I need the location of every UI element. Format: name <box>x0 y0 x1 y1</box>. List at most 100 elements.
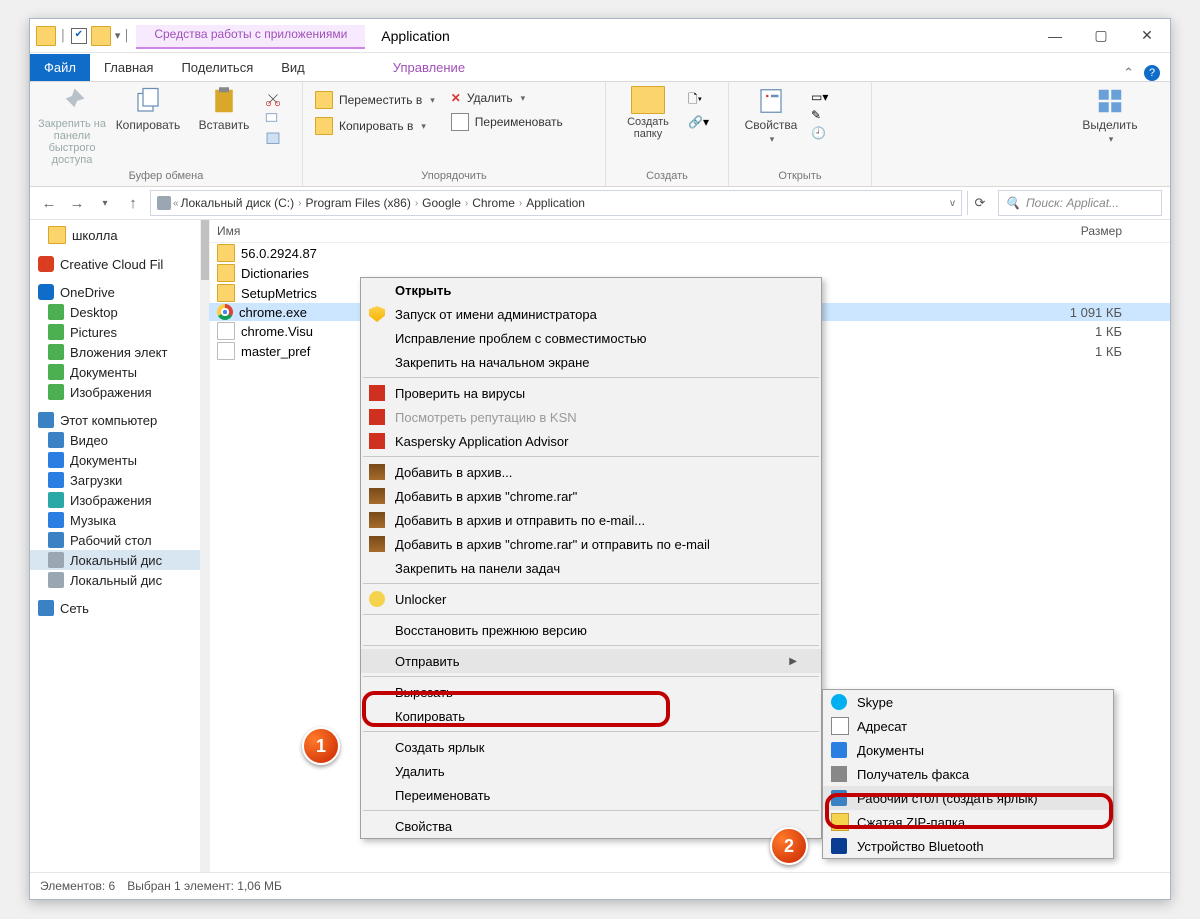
up-button[interactable]: ↑ <box>122 192 144 214</box>
tree-item[interactable]: Изображения <box>30 382 208 402</box>
qat-checkbox-icon[interactable]: ✔ <box>71 28 87 44</box>
tree-item[interactable]: Загрузки <box>30 470 208 490</box>
tree-item[interactable]: Локальный дис <box>30 570 208 590</box>
crumb[interactable]: Application <box>526 196 585 210</box>
copy-to-button[interactable]: Копировать в▾ <box>311 116 439 136</box>
help-icon[interactable]: ? <box>1144 65 1160 81</box>
back-button[interactable]: ← <box>38 192 60 214</box>
move-to-button[interactable]: Переместить в▾ <box>311 90 439 110</box>
crumb[interactable]: Локальный диск (C:) <box>181 196 295 210</box>
context-menu-item[interactable]: Unlocker <box>361 587 821 611</box>
tree-item[interactable]: Документы <box>30 362 208 382</box>
forward-button[interactable]: → <box>66 192 88 214</box>
tab-share[interactable]: Поделиться <box>167 54 267 81</box>
edit-icon[interactable]: ✎ <box>811 108 828 122</box>
sendto-item[interactable]: Рабочий стол (создать ярлык) <box>823 786 1113 810</box>
sendto-submenu[interactable]: SkypeАдресатДокументыПолучатель факсаРаб… <box>822 689 1114 859</box>
context-menu-item[interactable]: Восстановить прежнюю версию <box>361 618 821 642</box>
context-menu-item[interactable]: Kaspersky Application Advisor <box>361 429 821 453</box>
file-row[interactable]: 56.0.2924.87 <box>209 243 1170 263</box>
context-menu-item[interactable]: Проверить на вирусы <box>361 381 821 405</box>
close-button[interactable]: ✕ <box>1124 20 1170 52</box>
tree-thispc[interactable]: Этот компьютер <box>30 410 208 430</box>
tab-file[interactable]: Файл <box>30 54 90 81</box>
pin-quick-access-button[interactable]: Закрепить на панели быстрого доступа <box>36 86 108 166</box>
sendto-item[interactable]: Адресат <box>823 714 1113 738</box>
easy-access-icon[interactable]: 🔗▾ <box>688 115 709 129</box>
tree-item[interactable]: школла <box>30 224 208 246</box>
context-menu-item[interactable]: Добавить в архив "chrome.rar" <box>361 484 821 508</box>
context-menu-item[interactable]: Закрепить на начальном экране <box>361 350 821 374</box>
qat-folder-icon[interactable] <box>91 26 111 46</box>
breadcrumb[interactable]: « Локальный диск (C:)› Program Files (x8… <box>150 190 962 216</box>
select-button[interactable]: Выделить▾ <box>1074 86 1146 145</box>
context-menu-item[interactable]: Свойства <box>361 814 821 838</box>
tree-item[interactable]: Вложения элект <box>30 342 208 362</box>
nav-tree[interactable]: школла Creative Cloud Fil OneDrive Deskt… <box>30 220 209 872</box>
paste-shortcut-icon[interactable] <box>264 130 282 148</box>
tree-label: Локальный дис <box>70 573 162 588</box>
open-icon[interactable]: ▭▾ <box>811 90 828 104</box>
tree-network[interactable]: Сеть <box>30 598 208 618</box>
context-menu-item[interactable]: Создать ярлык <box>361 735 821 759</box>
cut-icon[interactable] <box>264 90 282 108</box>
minimize-button[interactable]: — <box>1032 20 1078 52</box>
crumb[interactable]: Google <box>422 196 461 210</box>
tree-item[interactable]: Изображения <box>30 490 208 510</box>
copy-path-icon[interactable] <box>264 110 282 128</box>
context-menu-item[interactable]: Копировать <box>361 704 821 728</box>
history-icon[interactable]: 🕘 <box>811 126 828 140</box>
context-menu-item[interactable]: Закрепить на панели задач <box>361 556 821 580</box>
new-folder-button[interactable]: Создать папку <box>612 86 684 140</box>
context-menu-item[interactable]: Посмотреть репутацию в KSN <box>361 405 821 429</box>
collapse-ribbon-icon[interactable]: ⌃ <box>1123 65 1134 81</box>
sendto-item[interactable]: Документы <box>823 738 1113 762</box>
context-menu-item[interactable]: Добавить в архив и отправить по e-mail..… <box>361 508 821 532</box>
refresh-button[interactable]: ⟳ <box>967 191 992 215</box>
tree-item[interactable]: Pictures <box>30 322 208 342</box>
context-menu-item[interactable]: Переименовать <box>361 783 821 807</box>
context-menu-item[interactable]: Открыть <box>361 278 821 302</box>
tab-view[interactable]: Вид <box>267 54 319 81</box>
recent-button[interactable]: ▾ <box>94 192 116 214</box>
tree-item[interactable]: Desktop <box>30 302 208 322</box>
context-menu-item[interactable]: Отправить▶ <box>361 649 821 673</box>
crumb[interactable]: Program Files (x86) <box>305 196 410 210</box>
context-menu-item[interactable]: Добавить в архив... <box>361 460 821 484</box>
tree-label: Документы <box>70 453 137 468</box>
paste-button[interactable]: Вставить <box>188 86 260 132</box>
maximize-button[interactable]: ▢ <box>1078 20 1124 52</box>
tree-label: Вложения элект <box>70 345 167 360</box>
tree-item[interactable]: Документы <box>30 450 208 470</box>
col-name[interactable]: Имя <box>217 224 1002 238</box>
context-menu[interactable]: ОткрытьЗапуск от имени администратораИсп… <box>360 277 822 839</box>
search-input[interactable]: 🔍 Поиск: Applicat... <box>998 190 1162 216</box>
col-size[interactable]: Размер <box>1002 224 1162 238</box>
crumb[interactable]: Chrome <box>472 196 515 210</box>
context-menu-item[interactable]: Запуск от имени администратора <box>361 302 821 326</box>
context-menu-label: Закрепить на начальном экране <box>395 355 590 370</box>
sendto-item[interactable]: Сжатая ZIP-папка <box>823 810 1113 834</box>
tree-item[interactable]: Локальный дис <box>30 550 208 570</box>
copy-button[interactable]: Копировать <box>112 86 184 132</box>
sendto-item[interactable]: Получатель факса <box>823 762 1113 786</box>
context-menu-item[interactable]: Вырезать <box>361 680 821 704</box>
context-menu-item[interactable]: Удалить <box>361 759 821 783</box>
tab-home[interactable]: Главная <box>90 54 167 81</box>
tree-item[interactable]: Creative Cloud Fil <box>30 254 208 274</box>
tree-onedrive[interactable]: OneDrive <box>30 282 208 302</box>
new-item-icon[interactable]: 🗋▾ <box>688 90 709 111</box>
properties-button[interactable]: Свойства▾ <box>735 86 807 145</box>
sendto-item[interactable]: Skype <box>823 690 1113 714</box>
context-menu-item[interactable]: Добавить в архив "chrome.rar" и отправит… <box>361 532 821 556</box>
sendto-item[interactable]: Устройство Bluetooth <box>823 834 1113 858</box>
column-headers[interactable]: Имя Размер <box>209 220 1170 243</box>
tree-item[interactable]: Рабочий стол <box>30 530 208 550</box>
tree-item[interactable]: Музыка <box>30 510 208 530</box>
rename-button[interactable]: Переименовать <box>447 112 567 132</box>
context-menu-item[interactable]: Исправление проблем с совместимостью <box>361 326 821 350</box>
delete-button[interactable]: ✕Удалить▾ <box>447 90 567 106</box>
title-bar: │ ✔ ▾ │ Средства работы с приложениями A… <box>30 19 1170 53</box>
tab-manage[interactable]: Управление <box>379 54 479 81</box>
tree-item[interactable]: Видео <box>30 430 208 450</box>
